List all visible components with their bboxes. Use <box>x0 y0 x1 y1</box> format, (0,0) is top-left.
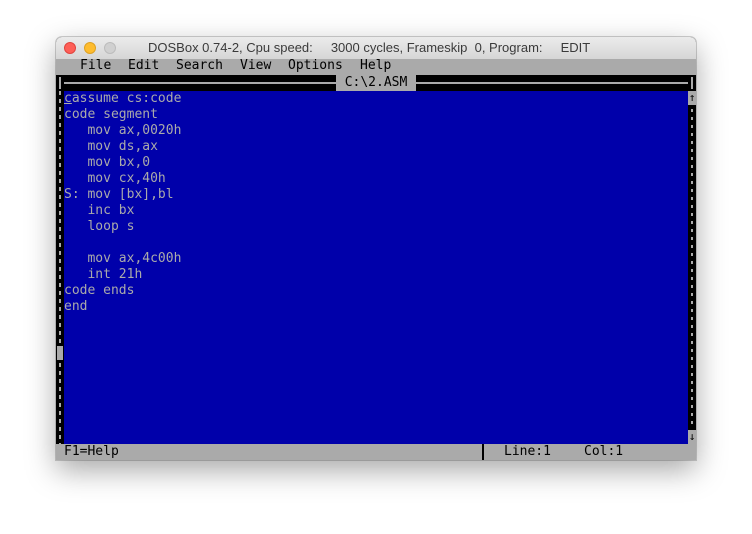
scroll-down-arrow-icon[interactable]: ↓ <box>688 430 696 444</box>
code-line[interactable]: mov ds,ax <box>64 139 688 155</box>
menu-file[interactable]: File <box>80 58 111 74</box>
code-line[interactable]: mov cx,40h <box>64 171 688 187</box>
text-cursor: c <box>64 91 72 106</box>
scroll-up-arrow-icon[interactable]: ↑ <box>688 91 696 105</box>
code-line[interactable]: mov ax,0020h <box>64 123 688 139</box>
border-corner-left <box>59 77 61 89</box>
status-help[interactable]: F1=Help <box>64 444 119 460</box>
close-button[interactable] <box>64 42 76 54</box>
menu-bar: File Edit Search View Options Help <box>56 58 696 75</box>
minimize-button[interactable] <box>84 42 96 54</box>
vertical-scrollbar[interactable]: ↑ ↓ <box>688 91 696 444</box>
code-line[interactable]: inc bx <box>64 203 688 219</box>
code-line[interactable]: code segment <box>64 107 688 123</box>
code-line[interactable]: cassume cs:code <box>64 91 688 107</box>
zoom-button[interactable] <box>104 42 116 54</box>
border-rule-right <box>416 82 688 84</box>
code-line-text: assume cs:code <box>71 91 182 106</box>
editor-window: C:\2.ASM cassume cs:code code segment mo… <box>56 75 696 444</box>
menu-view[interactable]: View <box>240 58 271 74</box>
status-separator <box>482 444 484 460</box>
title-bar[interactable]: DOSBox 0.74-2, Cpu speed: 3000 cycles, F… <box>56 37 696 60</box>
border-corner-right <box>691 77 693 89</box>
code-line[interactable]: loop s <box>64 219 688 235</box>
code-line[interactable]: end <box>64 299 688 315</box>
code-line[interactable]: int 21h <box>64 267 688 283</box>
scroll-track[interactable] <box>691 109 693 427</box>
code-editor[interactable]: cassume cs:code code segment mov ax,0020… <box>64 91 688 444</box>
status-bar: F1=Help Line:1 Col:1 <box>56 444 696 460</box>
file-title: C:\2.ASM <box>336 75 416 91</box>
code-line[interactable]: S: mov [bx],bl <box>64 187 688 203</box>
code-line[interactable]: mov ax,4c00h <box>64 251 688 267</box>
left-border <box>56 91 64 444</box>
menu-edit[interactable]: Edit <box>128 58 159 74</box>
left-border-line <box>59 91 61 444</box>
window-title: DOSBox 0.74-2, Cpu speed: 3000 cycles, F… <box>148 40 591 55</box>
menu-help[interactable]: Help <box>360 58 391 74</box>
status-line: Line:1 <box>504 444 551 459</box>
menu-options[interactable]: Options <box>288 58 343 74</box>
code-line[interactable]: code ends <box>64 283 688 299</box>
dosbox-window: DOSBox 0.74-2, Cpu speed: 3000 cycles, F… <box>56 37 696 460</box>
status-col: Col:1 <box>584 444 624 459</box>
code-line[interactable]: mov bx,0 <box>64 155 688 171</box>
left-border-marker <box>57 346 63 360</box>
code-line[interactable] <box>64 235 688 251</box>
border-rule-left <box>64 82 336 84</box>
editor-top-border: C:\2.ASM <box>56 75 696 91</box>
menu-search[interactable]: Search <box>176 58 223 74</box>
